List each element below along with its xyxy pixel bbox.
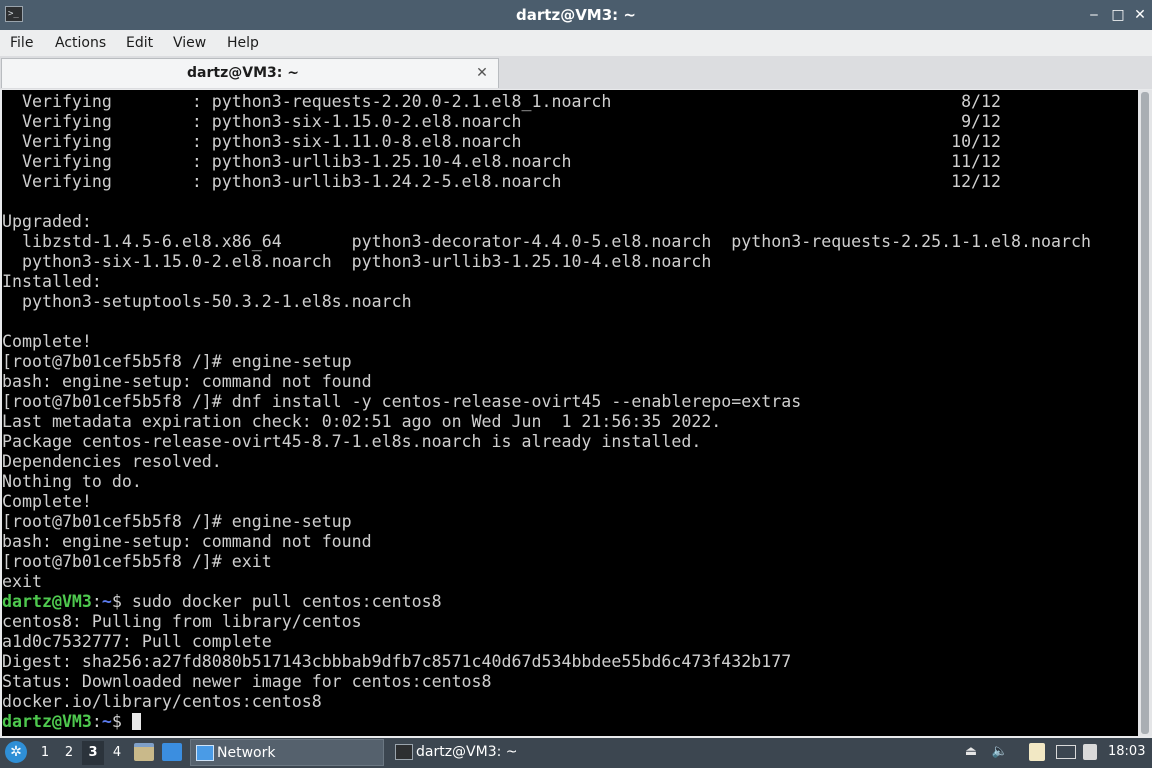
terminal-scrollbar[interactable] [1138, 90, 1152, 736]
terminal-line: bash: engine-setup: command not found [2, 532, 372, 551]
task-terminal[interactable]: dartz@VM3: ~ [390, 739, 584, 766]
title-bar[interactable]: >_ dartz@VM3: ~ ‒ □ ✕ [0, 0, 1152, 30]
file-manager-launcher-icon[interactable] [134, 743, 154, 761]
workspace-4[interactable]: 4 [106, 741, 128, 765]
eject-icon[interactable]: ⏏ [962, 743, 980, 761]
terminal-line: Upgraded: [2, 212, 92, 231]
menu-actions[interactable]: Actions [55, 30, 106, 56]
menu-help[interactable]: Help [227, 30, 259, 56]
network-icon[interactable] [1056, 745, 1076, 759]
terminal-line: libzstd-1.4.5-6.el8.x86_64 python3-decor… [2, 232, 1091, 251]
volume-icon[interactable]: 🔈 [991, 743, 1009, 761]
prompt-user: dartz@VM3 [2, 592, 92, 611]
terminal-text: Verifying : python3-requests-2.20.0-2.1.… [2, 90, 1138, 732]
terminal-line: bash: engine-setup: command not found [2, 372, 372, 391]
terminal-line: a1d0c7532777: Pull complete [2, 632, 272, 651]
folder-icon [196, 745, 214, 761]
menu-view[interactable]: View [173, 30, 206, 56]
prompt-separator: : [91, 592, 102, 611]
tab-close-icon[interactable]: ✕ [474, 65, 490, 81]
terminal-line: centos8: Pulling from library/centos [2, 612, 362, 631]
tab-terminal[interactable]: dartz@VM3: ~ ✕ [1, 58, 499, 88]
clock[interactable]: 18:03 [1108, 738, 1145, 766]
workspace-3[interactable]: 3 [82, 741, 104, 765]
terminal-line: Installed: [2, 272, 102, 291]
show-desktop-icon[interactable] [162, 743, 182, 761]
terminal-line: Complete! [2, 492, 92, 511]
close-button[interactable]: ✕ [1130, 5, 1150, 25]
prompt-path: ~ [101, 592, 112, 611]
workspace-1[interactable]: 1 [34, 741, 56, 765]
text-cursor [131, 713, 141, 730]
prompt-symbol: $ [111, 712, 132, 731]
clipboard-icon[interactable] [1029, 743, 1045, 761]
prompt-path: ~ [101, 712, 112, 731]
window-title: dartz@VM3: ~ [516, 6, 636, 24]
menu-file[interactable]: File [10, 30, 33, 56]
terminal-window: >_ dartz@VM3: ~ ‒ □ ✕ File Actions Edit … [0, 0, 1152, 738]
terminal-line: Last metadata expiration check: 0:02:51 … [2, 412, 722, 431]
task-network[interactable]: Network [190, 739, 384, 766]
battery-icon[interactable] [1083, 744, 1097, 760]
task-label: Network [217, 745, 276, 761]
maximize-button[interactable]: □ [1108, 5, 1128, 25]
command-text: sudo docker pull centos:centos8 [131, 592, 442, 611]
terminal-line: Digest: sha256:a27fd8080b517143cbbbab9df… [2, 652, 792, 671]
terminal-line: Status: Downloaded newer image for cento… [2, 672, 492, 691]
terminal-line: Verifying : python3-urllib3-1.24.2-5.el8… [2, 172, 1002, 191]
scrollbar-thumb[interactable] [1141, 92, 1149, 734]
terminal-line: python3-six-1.15.0-2.el8.noarch python3-… [2, 252, 712, 271]
start-menu-icon[interactable]: ✲ [5, 741, 27, 763]
terminal-line: Nothing to do. [2, 472, 142, 491]
terminal-line: [root@7b01cef5b5f8 /]# engine-setup [2, 512, 352, 531]
terminal-line: Verifying : python3-urllib3-1.25.10-4.el… [2, 152, 1002, 171]
terminal-icon [395, 744, 413, 760]
menu-edit[interactable]: Edit [126, 30, 153, 56]
tab-label: dartz@VM3: ~ [187, 65, 299, 81]
terminal-line: Verifying : python3-requests-2.20.0-2.1.… [2, 92, 1002, 111]
terminal-line: [root@7b01cef5b5f8 /]# engine-setup [2, 352, 352, 371]
terminal-line: Complete! [2, 332, 92, 351]
menu-bar: File Actions Edit View Help [0, 30, 1152, 56]
prompt-line: dartz@VM3:~$ [2, 712, 1138, 732]
terminal-line: python3-setuptools-50.3.2-1.el8s.noarch [2, 292, 412, 311]
minimize-button[interactable]: ‒ [1084, 5, 1104, 25]
prompt-symbol: $ [111, 592, 132, 611]
tab-bar: dartz@VM3: ~ ✕ [0, 56, 1152, 89]
terminal-line: Verifying : python3-six-1.11.0-8.el8.noa… [2, 132, 1002, 151]
prompt-line: dartz@VM3:~$ sudo docker pull centos:cen… [2, 592, 1138, 612]
taskbar: ✲ 1 2 3 4 Network dartz@VM3: ~ ⏏ 🔈 18:03 [0, 738, 1152, 768]
terminal-line: exit [2, 572, 42, 591]
terminal-line: [root@7b01cef5b5f8 /]# exit [2, 552, 272, 571]
terminal-line: Dependencies resolved. [2, 452, 222, 471]
task-label: dartz@VM3: ~ [416, 744, 518, 760]
terminal-output[interactable]: Verifying : python3-requests-2.20.0-2.1.… [2, 90, 1138, 736]
terminal-line: Verifying : python3-six-1.15.0-2.el8.noa… [2, 112, 1002, 131]
terminal-line: [root@7b01cef5b5f8 /]# dnf install -y ce… [2, 392, 802, 411]
terminal-line: Package centos-release-ovirt45-8.7-1.el8… [2, 432, 702, 451]
workspace-2[interactable]: 2 [58, 741, 80, 765]
terminal-line: docker.io/library/centos:centos8 [2, 692, 322, 711]
prompt-separator: : [91, 712, 102, 731]
prompt-user: dartz@VM3 [2, 712, 92, 731]
